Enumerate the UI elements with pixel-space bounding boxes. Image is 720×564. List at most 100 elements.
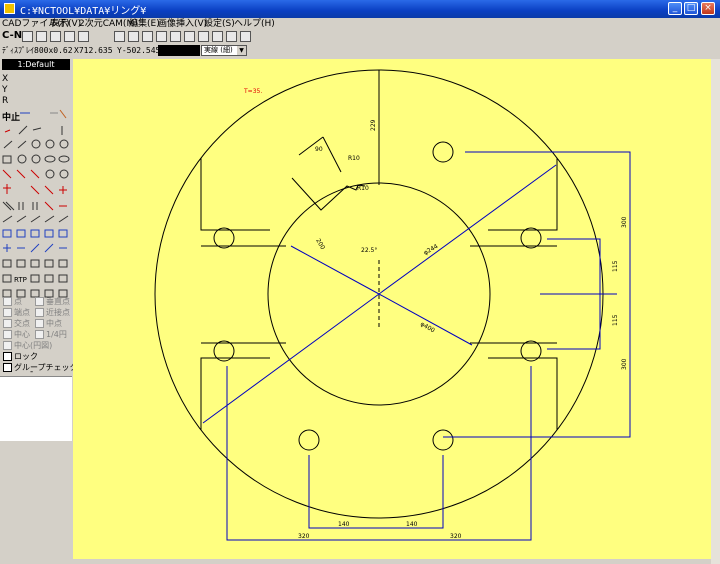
cutout-left-top[interactable] [200,158,286,247]
snap-intersect[interactable]: 交点 [3,318,30,329]
circle-icon[interactable] [31,139,41,149]
ellipse-icon[interactable] [44,155,56,163]
dxf-icon[interactable] [184,31,195,42]
cross-icon[interactable] [59,186,67,194]
hole[interactable] [432,429,454,451]
eraser-icon[interactable] [59,109,67,119]
snap-center[interactable]: 中心 [3,329,30,340]
rotate-icon[interactable] [44,201,54,211]
layer-icon[interactable] [58,259,68,268]
polyline-icon[interactable] [32,127,42,131]
print-icon[interactable] [170,31,181,42]
link-icon[interactable] [50,31,61,42]
scale-icon[interactable] [2,215,13,223]
line-icon[interactable] [18,125,28,135]
measure-icon[interactable] [58,215,69,223]
menu-settings[interactable]: 設定(S) [204,18,235,30]
snap-midpoint[interactable]: 中点 [35,318,62,329]
dim-h-icon[interactable] [2,229,12,238]
insert-icon[interactable] [16,259,26,268]
dim-diam-icon[interactable] [3,244,11,252]
menu-help[interactable]: ヘルプ(H) [234,18,275,30]
explode-icon[interactable] [44,215,55,223]
maximize-button[interactable]: □ [684,2,698,15]
menu-view[interactable]: 表示(V) [50,18,81,30]
dim-radius-icon[interactable] [58,229,68,238]
diag-line-icon[interactable] [3,140,13,149]
layer-label[interactable]: 1:Default [2,59,70,70]
nc-icon[interactable] [198,31,209,42]
arc-icon[interactable] [45,139,55,149]
hexagon-icon[interactable] [31,154,41,164]
dim-angle-icon[interactable] [44,229,54,238]
menu-insert-image[interactable]: 画像挿入(V) [158,18,207,30]
block-icon[interactable] [2,259,12,268]
array-icon[interactable] [32,202,38,210]
hole[interactable] [432,141,454,163]
group-check-checkbox[interactable]: グループチェック [3,362,78,373]
mode-button[interactable]: C-N [2,30,22,41]
snap-endpoint[interactable]: 端点 [3,307,30,318]
piece-icon[interactable] [30,274,40,283]
vertical-scrollbar[interactable] [711,59,720,564]
hatch-icon[interactable] [2,201,15,211]
hole[interactable] [298,429,320,451]
hole[interactable] [213,227,235,249]
rtp-icon[interactable]: RTP [14,276,27,284]
sub-icon[interactable] [240,31,251,42]
drawing-canvas[interactable]: T=35. 229 90 R10 R10 200 22.5° φ244 φ400… [73,59,711,559]
text-icon[interactable] [59,169,69,179]
snap-center-circle[interactable]: 中心(円図) [3,340,52,351]
mirror-icon[interactable] [18,202,24,210]
stretch-icon[interactable] [16,215,27,223]
box-icon[interactable] [2,274,12,283]
rect-icon[interactable] [2,155,12,164]
dim-v-icon[interactable] [16,229,26,238]
file-new-icon[interactable] [114,31,125,42]
chamfer-icon[interactable] [16,169,26,179]
lock-checkbox[interactable]: ロック [3,351,38,362]
table-icon[interactable] [30,259,40,268]
cutout-right-top[interactable] [470,158,558,247]
node-icon[interactable] [64,31,75,42]
parallel-icon[interactable] [17,140,27,149]
trim-icon[interactable] [30,169,40,179]
extend-icon[interactable] [30,185,40,195]
snap-icon[interactable] [78,31,89,42]
grid-icon[interactable] [36,31,47,42]
circle-3p-icon[interactable] [59,139,69,149]
keyway[interactable] [291,177,366,211]
cutout-left-bottom[interactable] [200,342,286,430]
join-icon[interactable] [30,215,41,223]
snap-quadrant[interactable]: 1/4円 [35,329,67,340]
dxf2-icon[interactable] [226,31,237,42]
keyway-dim[interactable] [298,136,342,173]
cutout-right-bottom[interactable] [470,342,558,430]
folder-icon[interactable] [142,31,153,42]
path-icon[interactable] [58,274,68,283]
chevron-down-icon[interactable]: ▼ [237,46,246,55]
polygon-icon[interactable] [17,154,27,164]
note-icon[interactable] [44,243,54,253]
close-button[interactable]: × [701,2,715,15]
zoom-icon[interactable] [22,31,33,42]
dim-align-icon[interactable] [30,229,40,238]
tool-icon[interactable] [44,274,54,283]
line-type-select[interactable]: 実線 (細) ▼ [201,45,247,56]
point-icon[interactable] [4,129,11,133]
slot-icon[interactable] [58,155,70,163]
snap-point[interactable]: 点 [3,296,22,307]
break-icon[interactable] [44,185,54,195]
balloon-icon[interactable] [30,243,40,253]
color-swatch[interactable] [158,45,200,56]
image-icon[interactable] [44,259,54,268]
save-icon[interactable] [156,31,167,42]
hole[interactable] [520,227,542,249]
snap-perp[interactable]: 垂直点 [35,296,70,307]
snap-near[interactable]: 近接点 [35,307,70,318]
open-icon[interactable] [128,31,139,42]
offset-icon[interactable] [45,169,55,179]
dxf1-icon[interactable] [212,31,223,42]
minimize-button[interactable]: _ [668,2,682,15]
drawing[interactable]: T=35. 229 90 R10 R10 200 22.5° φ244 φ400… [73,59,711,559]
